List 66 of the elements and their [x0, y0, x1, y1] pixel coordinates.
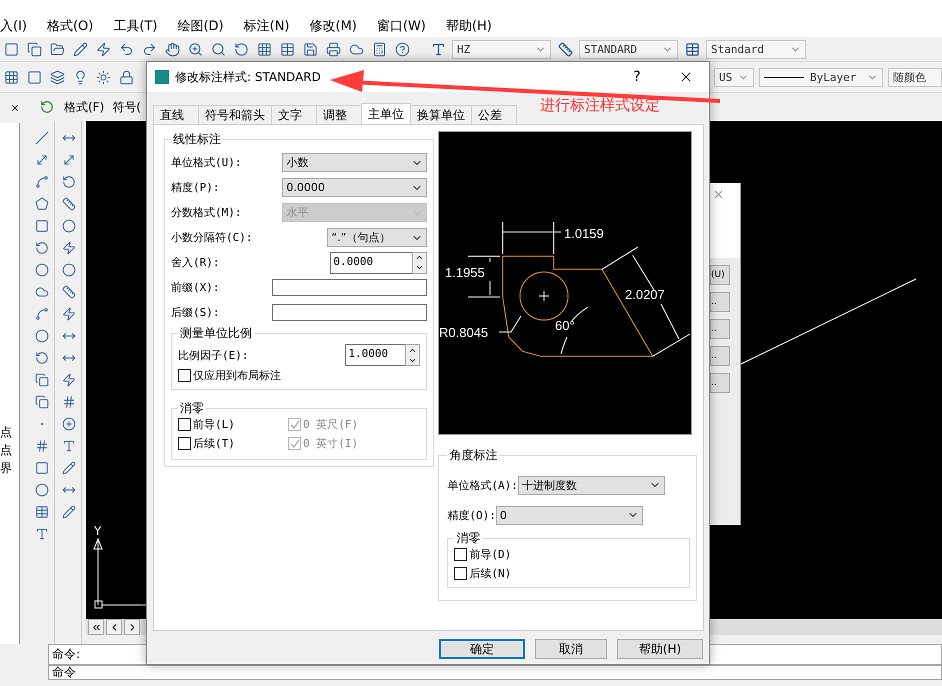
field-label: 前缀(X):	[171, 280, 220, 295]
tab[interactable]: 主单位	[361, 103, 411, 124]
style-dropdown[interactable]: Standard	[706, 40, 806, 58]
axis-label: Y	[94, 524, 102, 538]
group-title: 线性标注	[172, 131, 222, 148]
list-text: 点	[0, 424, 13, 441]
help-button[interactable]: ?	[617, 69, 657, 85]
menu-item[interactable]: 标注(N)	[244, 17, 290, 35]
dialog-button[interactable]: 取消	[535, 639, 607, 659]
menu-item[interactable]: 帮助(H)	[446, 17, 492, 35]
checkbox[interactable]: 仅应用到布局标注	[178, 368, 420, 383]
tab[interactable]: 公差	[471, 105, 517, 124]
dialog-button[interactable]: ..	[710, 292, 730, 312]
style-dropdown[interactable]: US	[714, 68, 754, 86]
dropdown[interactable]: 0.0000	[282, 178, 428, 197]
dialog-button[interactable]: ..	[710, 346, 730, 366]
field-label: 舍入(R):	[171, 255, 220, 270]
checkbox[interactable]: 前导(L)	[178, 417, 288, 432]
dialog-button[interactable]: ..	[710, 373, 730, 393]
field-label: 单位格式(U):	[171, 155, 242, 170]
list-text: 界	[0, 460, 13, 477]
menu-item[interactable]: 入(I)	[0, 17, 27, 35]
list-text: 点	[0, 442, 13, 459]
dimension-text: R0.8045	[439, 325, 489, 340]
dropdown[interactable]: 小数	[282, 153, 428, 172]
style-dropdown[interactable]: STANDARD	[579, 40, 678, 58]
dimension-text: 60°	[555, 318, 576, 333]
dropdown[interactable]: “.”（句点）	[327, 228, 428, 247]
field-label: 后缀(S):	[171, 305, 220, 320]
style-dropdown[interactable]: HZ	[452, 40, 551, 58]
toolbar-menu[interactable]: 符号(	[112, 98, 141, 116]
toolbar-menu[interactable]: 格式(F)	[64, 98, 104, 116]
dimension-text: 1.0159	[564, 226, 604, 241]
dialog-button[interactable]: 帮助(H)	[617, 639, 703, 659]
dropdown[interactable]: 0	[496, 506, 643, 524]
tab[interactable]: 符号和箭头	[198, 105, 272, 124]
dialog-button[interactable]: ..	[710, 319, 730, 339]
field-label: 分数格式(M):	[171, 205, 242, 220]
tab[interactable]: 直线	[153, 105, 199, 124]
field-label: 小数分隔符(C):	[171, 230, 252, 245]
window-title: 修改标注样式: STANDARD	[175, 68, 322, 86]
style-dropdown[interactable]: 随颜色	[888, 68, 942, 86]
dropdown[interactable]: 十进制度数	[518, 476, 665, 494]
field-label: 精度(P):	[171, 180, 220, 195]
checkbox[interactable]: 后续(T)	[178, 436, 288, 451]
group-title: 测量单位比例	[179, 325, 253, 342]
dimension-text: 1.1955	[445, 265, 486, 280]
group-title: 角度标注	[448, 447, 498, 464]
dialog-button[interactable]: (U)	[710, 265, 730, 285]
field-label: 精度(O):	[447, 508, 496, 522]
menu-item[interactable]: 窗口(W)	[376, 17, 426, 35]
dimension-text: 2.0207	[625, 287, 666, 302]
dialog-button[interactable]: 确定	[439, 639, 525, 659]
menu-item[interactable]: 绘图(D)	[177, 17, 224, 35]
annotation-text: 进行标注样式设定	[540, 96, 660, 115]
menu-item[interactable]: 格式(O)	[46, 17, 94, 35]
checkbox[interactable]: 前导(D)	[454, 547, 683, 562]
group-title: 消零	[455, 530, 482, 547]
group-title: 消零	[179, 400, 205, 417]
field-label: 比例因子(E):	[178, 348, 248, 362]
menu-item[interactable]: 修改(M)	[310, 17, 357, 35]
checkbox[interactable]: 后续(N)	[454, 566, 683, 581]
tab[interactable]: 换算单位	[410, 105, 472, 124]
field-label: 单位格式(A):	[447, 478, 518, 492]
menu-item[interactable]: 工具(T)	[113, 17, 158, 35]
style-dropdown[interactable]: ByLayer	[759, 68, 883, 86]
